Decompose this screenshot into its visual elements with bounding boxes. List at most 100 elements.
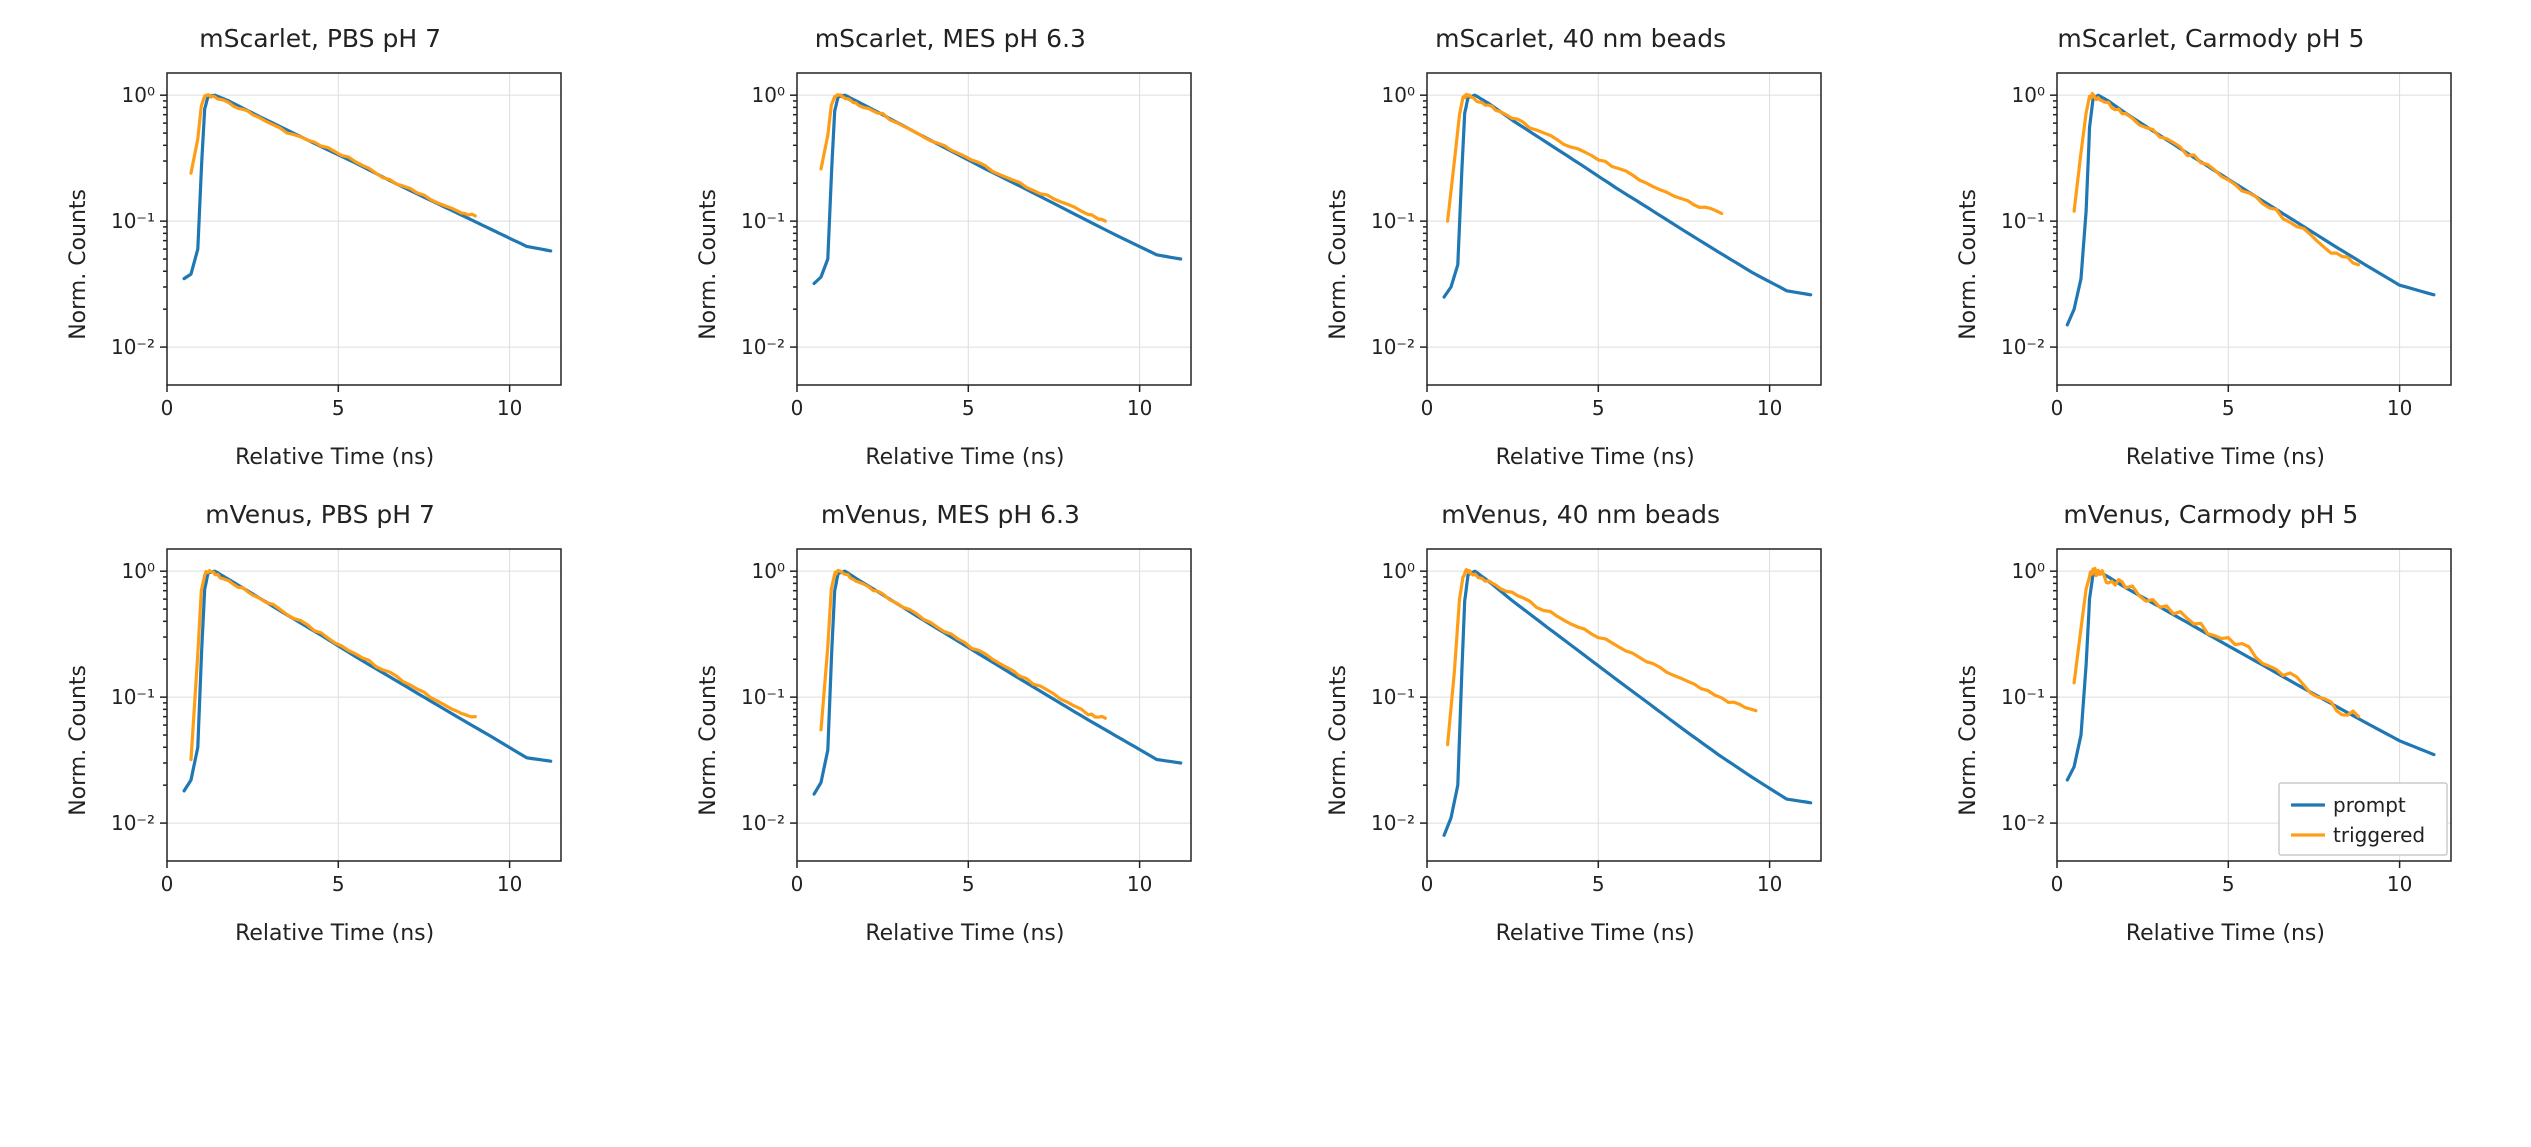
y-tick-label: 10⁻²	[2001, 811, 2045, 835]
y-axis-label: Norm. Counts	[1956, 189, 1981, 340]
x-axis-label: Relative Time (ns)	[2126, 921, 2325, 946]
y-tick-label: 10⁻²	[1371, 811, 1415, 835]
series-prompt	[2068, 95, 2435, 325]
y-axis-label: Norm. Counts	[1956, 665, 1981, 816]
chart-panel: mScarlet, Carmody pH 5 Norm. Counts 0 5 10 10…	[1921, 24, 2501, 470]
chart-panel: mScarlet, MES pH 6.3Norm. Counts051010⁻²…	[660, 24, 1240, 470]
x-tick-label: 0	[2051, 872, 2064, 896]
x-axis-label: Relative Time (ns)	[2126, 445, 2325, 470]
chart-svg: 051010⁻²10⁻¹10⁰	[95, 59, 575, 439]
x-tick-label: 5	[2222, 872, 2235, 896]
y-tick-label: 10⁰	[1382, 559, 1415, 583]
chart-title: mVenus, PBS pH 7	[205, 500, 435, 529]
chart-title: mScarlet, Carmody pH 5	[2057, 24, 2364, 53]
series-prompt	[184, 571, 551, 791]
y-tick-label: 10⁻¹	[1371, 209, 1415, 233]
y-tick-label: 10⁰	[1382, 83, 1415, 107]
chart-title: mVenus, 40 nm beads	[1441, 500, 1720, 529]
y-axis-label: Norm. Counts	[1326, 665, 1351, 816]
series-prompt	[184, 95, 551, 278]
x-tick-label: 5	[332, 872, 345, 896]
x-tick-label: 10	[1757, 872, 1782, 896]
chart-svg: 0 5 10 10⁻² 10⁻¹ 10⁰	[725, 535, 1205, 915]
x-tick-label: 10	[497, 872, 522, 896]
y-tick-label: 10⁻¹	[2001, 685, 2045, 709]
chart-title: mVenus, MES pH 6.3	[821, 500, 1080, 529]
y-tick-label: 10⁻¹	[1371, 685, 1415, 709]
chart-svg: 051010⁻²10⁻¹10⁰	[725, 59, 1205, 439]
y-tick-label: 10⁻²	[111, 335, 155, 359]
y-axis-label: Norm. Counts	[66, 189, 91, 340]
y-tick-label: 10⁻¹	[741, 209, 785, 233]
x-tick-label: 5	[1592, 396, 1605, 420]
chart-svg: 0 5 10 10⁻² 10⁻¹ 10⁰ prompt triggered	[1985, 535, 2465, 915]
series-triggered	[191, 95, 475, 216]
x-tick-label: 10	[497, 396, 522, 420]
x-tick-label: 0	[2051, 396, 2064, 420]
x-tick-label: 10	[1757, 396, 1782, 420]
y-tick-label: 10⁻²	[741, 811, 785, 835]
series-prompt	[1444, 571, 1811, 835]
y-tick-label: 10⁰	[121, 559, 154, 583]
chart-svg: 0 5 10 10⁻² 10⁻¹ 10⁰	[95, 535, 575, 915]
legend: prompt triggered	[2279, 783, 2447, 855]
legend-label: triggered	[2333, 823, 2425, 847]
x-tick-label: 0	[791, 872, 804, 896]
x-axis-label: Relative Time (ns)	[235, 921, 434, 946]
chart-svg: 0 5 10 10⁻² 10⁻¹ 10⁰	[1985, 59, 2465, 439]
y-tick-label: 10⁰	[2012, 559, 2045, 583]
y-tick-label: 10⁻¹	[741, 685, 785, 709]
y-tick-label: 10⁻²	[2001, 335, 2045, 359]
series-prompt	[1444, 95, 1811, 297]
y-tick-label: 10⁻²	[741, 335, 785, 359]
x-tick-label: 10	[2387, 396, 2412, 420]
x-axis-label: Relative Time (ns)	[865, 921, 1064, 946]
x-tick-label: 5	[2222, 396, 2235, 420]
x-tick-label: 5	[962, 872, 975, 896]
chart-svg: 0 5 10 10⁻² 10⁻¹ 10⁰	[1355, 535, 1835, 915]
chart-panel: mVenus, PBS pH 7Norm. Counts051010⁻²10⁻¹…	[30, 500, 610, 946]
series-triggered	[191, 571, 475, 760]
x-tick-label: 10	[2387, 872, 2412, 896]
series-triggered	[2074, 93, 2358, 264]
y-tick-label: 10⁻¹	[111, 209, 155, 233]
y-tick-label: 10⁰	[751, 559, 784, 583]
x-tick-label: 0	[1421, 396, 1434, 420]
chart-title: mScarlet, 40 nm beads	[1435, 24, 1726, 53]
y-axis-label: Norm. Counts	[1326, 189, 1351, 340]
legend-label: prompt	[2333, 793, 2406, 817]
x-axis-label: Relative Time (ns)	[1496, 921, 1695, 946]
x-tick-label: 5	[1592, 872, 1605, 896]
chart-svg: 0 5 10 10⁻² 10⁻¹ 10⁰	[1355, 59, 1835, 439]
series-triggered	[1448, 94, 1722, 221]
series-triggered	[2074, 568, 2358, 716]
y-tick-label: 10⁰	[751, 83, 784, 107]
series-prompt	[814, 95, 1181, 283]
chart-title: mVenus, Carmody pH 5	[2063, 500, 2358, 529]
x-tick-label: 10	[1127, 396, 1152, 420]
x-tick-label: 0	[160, 872, 173, 896]
series-triggered	[1448, 570, 1756, 745]
chart-title: mScarlet, PBS pH 7	[199, 24, 441, 53]
x-tick-label: 5	[332, 396, 345, 420]
chart-panel: mVenus, Carmody pH 5 Norm. Counts 0 5 10 10⁻²…	[1921, 500, 2501, 946]
y-tick-label: 10⁻¹	[2001, 209, 2045, 233]
x-tick-label: 10	[1127, 872, 1152, 896]
y-tick-label: 10⁻¹	[111, 685, 155, 709]
chart-panel: mVenus, MES pH 6.3 Norm. Counts 0 5 10 10⁻² 10…	[660, 500, 1240, 946]
y-tick-label: 10⁰	[121, 83, 154, 107]
chart-panel: mVenus, 40 nm beads Norm. Counts 0 5 10 10⁻² 1…	[1291, 500, 1871, 946]
x-axis-label: Relative Time (ns)	[865, 445, 1064, 470]
y-tick-label: 10⁰	[2012, 83, 2045, 107]
y-axis-label: Norm. Counts	[696, 189, 721, 340]
series-prompt	[2068, 571, 2435, 780]
chart-panel: mScarlet, 40 nm beads Norm. Counts 0 5 10 10⁻…	[1291, 24, 1871, 470]
y-tick-label: 10⁻²	[1371, 335, 1415, 359]
chart-title: mScarlet, MES pH 6.3	[815, 24, 1086, 53]
x-axis-label: Relative Time (ns)	[1496, 445, 1695, 470]
x-tick-label: 0	[1421, 872, 1434, 896]
y-axis-label: Norm. Counts	[696, 665, 721, 816]
y-tick-label: 10⁻²	[111, 811, 155, 835]
x-tick-label: 5	[962, 396, 975, 420]
chart-panel: mScarlet, PBS pH 7Norm. Counts051010⁻²10…	[30, 24, 610, 470]
